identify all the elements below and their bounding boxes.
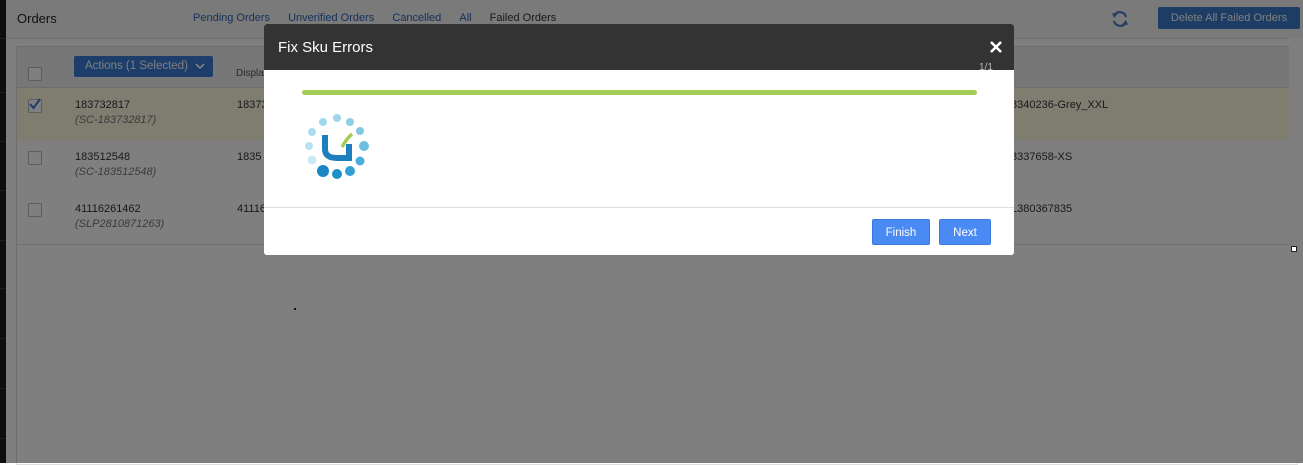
progress-bar xyxy=(302,90,977,95)
resize-handle[interactable] xyxy=(1291,246,1297,252)
progress-bar-fill xyxy=(302,90,977,95)
dialog-footer: Finish Next xyxy=(264,207,1014,255)
close-icon[interactable] xyxy=(989,40,1003,54)
step-counter: 1/1 xyxy=(979,62,993,73)
dialog-title: Fix Sku Errors xyxy=(278,39,374,56)
loading-spinner-logo-icon xyxy=(305,114,369,179)
fix-sku-errors-dialog: Fix Sku Errors 1/1 Finish Next xyxy=(264,24,1014,255)
next-button[interactable]: Next xyxy=(939,219,991,245)
cursor-dot xyxy=(294,308,296,310)
dialog-header: Fix Sku Errors xyxy=(264,24,1014,70)
finish-button[interactable]: Finish xyxy=(872,219,930,245)
